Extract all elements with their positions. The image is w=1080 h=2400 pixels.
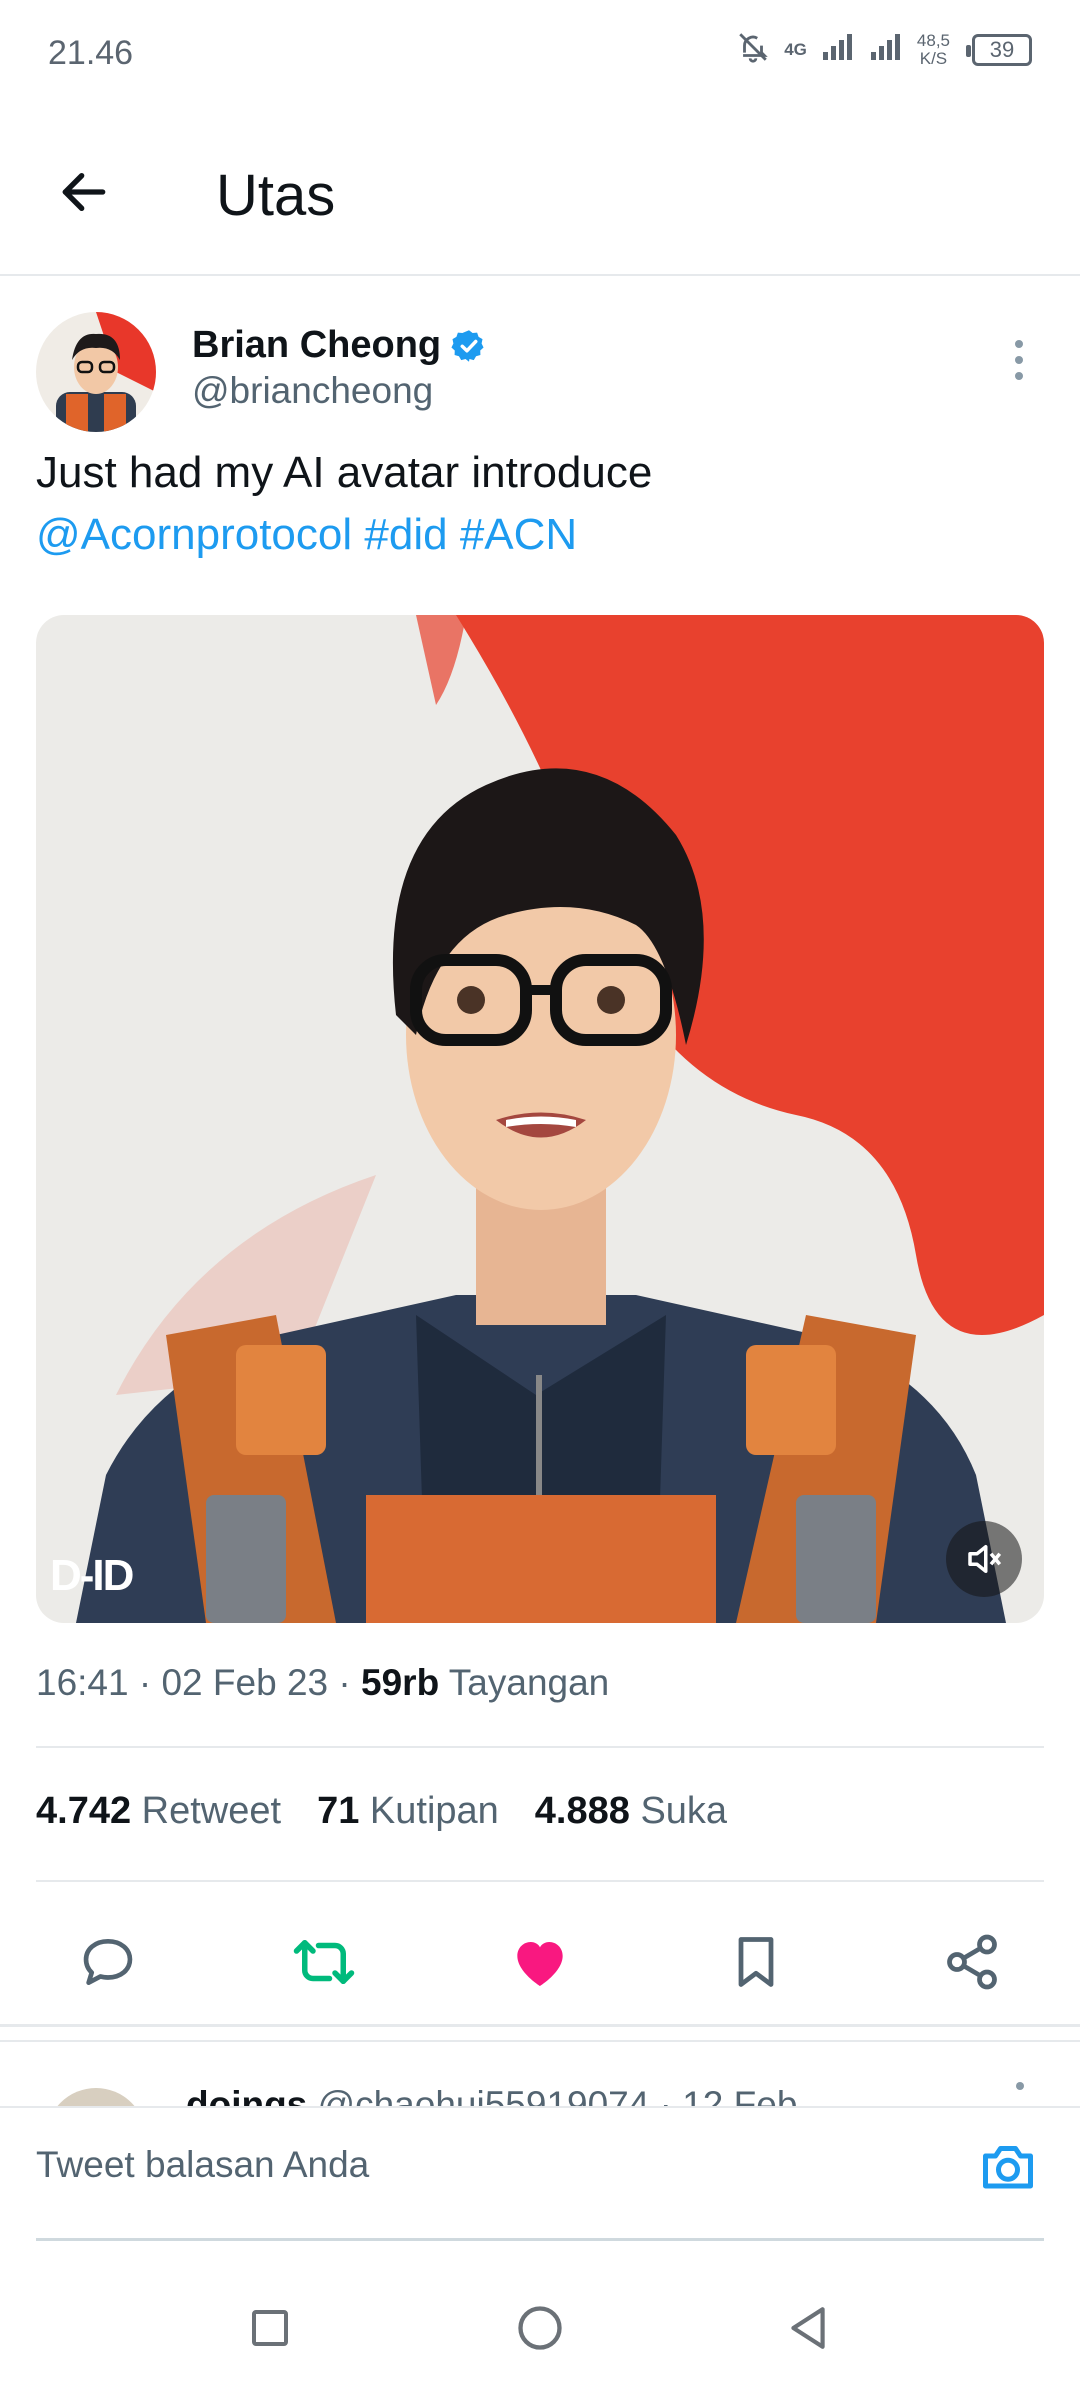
author-name-text: Brian Cheong <box>192 324 442 366</box>
home-button[interactable] <box>512 2300 568 2356</box>
bookmark-icon <box>738 1937 774 1987</box>
views-label: Tayangan <box>448 1662 610 1703</box>
network-speed-unit: K/S <box>919 48 948 68</box>
tweet-text-plain: Just had my AI avatar introduce <box>36 448 653 497</box>
back-nav-button[interactable] <box>780 2300 836 2356</box>
comment-icon <box>83 1939 133 1985</box>
tweet-date: 02 Feb 23 <box>161 1662 329 1703</box>
retweet-icon <box>293 1940 355 1984</box>
network-type-label: 4G <box>784 40 807 59</box>
reply-avatar[interactable] <box>46 2088 146 2106</box>
signal-icon-2 <box>869 32 903 67</box>
page-title: Utas <box>216 163 336 228</box>
like-button[interactable] <box>504 1926 576 1998</box>
quotes-count: 71 <box>317 1790 360 1832</box>
likes-label: Suka <box>640 1790 728 1832</box>
hashtag-link-did[interactable]: #did <box>364 510 447 559</box>
author-name[interactable]: Brian Cheong <box>192 324 487 367</box>
reply-composer: Tweet balasan Anda <box>0 2106 1080 2241</box>
media-watermark: D-ID <box>50 1551 134 1600</box>
divider <box>36 1746 1044 1748</box>
retweets-stat[interactable]: 4.742 Retweet <box>36 1790 281 1833</box>
more-options-button[interactable] <box>1004 336 1034 384</box>
avatar[interactable] <box>36 312 156 432</box>
battery-icon: 39 <box>966 33 1032 66</box>
mute-toggle-button[interactable] <box>946 1521 1022 1597</box>
hashtag-link-acn[interactable]: #ACN <box>460 510 577 559</box>
back-button[interactable] <box>52 160 116 224</box>
author-handle[interactable]: @briancheong <box>192 370 433 412</box>
arrow-left-icon <box>62 172 106 212</box>
retweet-button[interactable] <box>288 1926 360 1998</box>
reply-tweet-preview[interactable]: doings @chaohui55919074 · 12 Feb <box>0 2040 1080 2106</box>
system-nav-bar <box>0 2240 1080 2400</box>
heart-icon <box>517 1942 563 1986</box>
camera-button[interactable] <box>976 2134 1040 2198</box>
divider <box>36 1880 1044 1882</box>
reply-author-handle: @chaohui55919074 · 12 Feb <box>317 2084 798 2106</box>
avatar-video-frame <box>36 615 1044 1623</box>
more-vertical-icon <box>1015 340 1023 348</box>
reply-button[interactable] <box>72 1926 144 1998</box>
more-vertical-icon[interactable] <box>1016 2082 1024 2090</box>
tweet-media-video[interactable]: D-ID <box>36 615 1044 1623</box>
network-speed-value: 48,5 <box>916 30 950 50</box>
camera-icon <box>983 2146 1033 2189</box>
more-dot <box>1015 372 1023 380</box>
triangle-back-icon <box>791 2307 825 2349</box>
notifications-muted-icon <box>736 30 770 69</box>
reply-input[interactable]: Tweet balasan Anda <box>36 2144 369 2186</box>
likes-stat[interactable]: 4.888 Suka <box>535 1790 727 1833</box>
mention-link[interactable]: @Acornprotocol <box>36 510 352 559</box>
volume-muted-icon <box>968 1545 1002 1573</box>
header: Utas <box>0 110 1080 276</box>
retweets-count: 4.742 <box>36 1790 132 1832</box>
divider <box>0 2024 1080 2027</box>
tweet-meta: 16:41 · 02 Feb 23 · 59rb Tayangan <box>36 1662 610 1703</box>
share-button[interactable] <box>936 1926 1008 1998</box>
retweets-label: Retweet <box>141 1790 282 1832</box>
battery-level: 39 <box>989 36 1015 62</box>
reply-author-name: doings <box>186 2084 308 2106</box>
network-speed: 48,5 K/S <box>916 30 950 68</box>
square-icon <box>252 2310 288 2346</box>
likes-count: 4.888 <box>534 1790 630 1832</box>
quotes-label: Kutipan <box>369 1790 499 1832</box>
reply-author: doings @chaohui55919074 · 12 Feb <box>186 2084 797 2106</box>
more-dot <box>1015 356 1023 364</box>
recent-apps-button[interactable] <box>242 2300 298 2356</box>
status-bar: 21.46 4G 48,5 K/S 39 <box>0 0 1080 110</box>
tweet-text: Just had my AI avatar introduce @Acornpr… <box>36 442 1046 566</box>
quotes-stat[interactable]: 71 Kutipan <box>317 1790 499 1833</box>
status-time: 21.46 <box>48 34 134 72</box>
signal-icon <box>821 32 855 67</box>
share-icon <box>947 1934 997 1990</box>
tweet-stats: 4.742 Retweet 71 Kutipan 4.888 Suka <box>36 1790 727 1833</box>
tweet-actions <box>0 1910 1080 2010</box>
views-count: 59rb <box>361 1662 440 1703</box>
verified-badge-icon <box>451 329 484 362</box>
tweet-time: 16:41 <box>36 1662 129 1703</box>
circle-icon <box>518 2306 562 2350</box>
bookmark-button[interactable] <box>720 1926 792 1998</box>
status-icons: 4G 48,5 K/S 39 <box>736 30 1032 69</box>
